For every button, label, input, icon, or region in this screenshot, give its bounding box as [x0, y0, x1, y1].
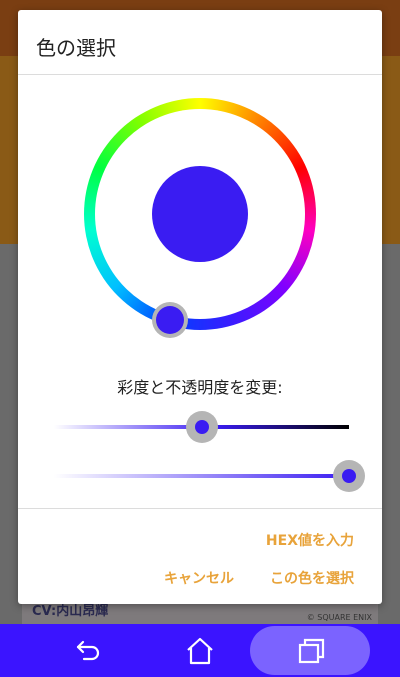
enter-hex-button[interactable]: HEX値を入力 — [266, 530, 354, 550]
title-divider — [18, 74, 382, 75]
cancel-button[interactable]: キャンセル — [164, 568, 234, 588]
hue-wheel-handle-dot — [156, 306, 184, 334]
opacity-slider-handle-dot — [342, 469, 356, 483]
opacity-slider-handle[interactable] — [333, 460, 365, 492]
recent-apps-icon[interactable] — [296, 636, 326, 666]
hue-wheel-handle[interactable] — [152, 302, 188, 338]
system-navigation-bar — [0, 624, 400, 677]
saturation-slider-handle-dot — [194, 420, 209, 434]
opacity-slider-track[interactable] — [54, 474, 349, 478]
home-icon[interactable] — [185, 636, 215, 666]
saturation-slider-handle[interactable] — [185, 411, 218, 443]
back-icon[interactable] — [74, 636, 104, 666]
banner-copyright: © SQUARE ENIX — [306, 613, 372, 622]
saturation-opacity-label: 彩度と不透明度を変更: — [117, 378, 283, 397]
color-picker-dialog: 色の選択 彩度と不透明度を変更: HEX値を入力 キャンセル この色を選択 — [18, 10, 382, 604]
select-color-button[interactable]: この色を選択 — [270, 568, 354, 588]
color-preview — [152, 166, 248, 262]
dialog-title: 色の選択 — [36, 36, 116, 60]
buttons-divider — [18, 508, 382, 509]
